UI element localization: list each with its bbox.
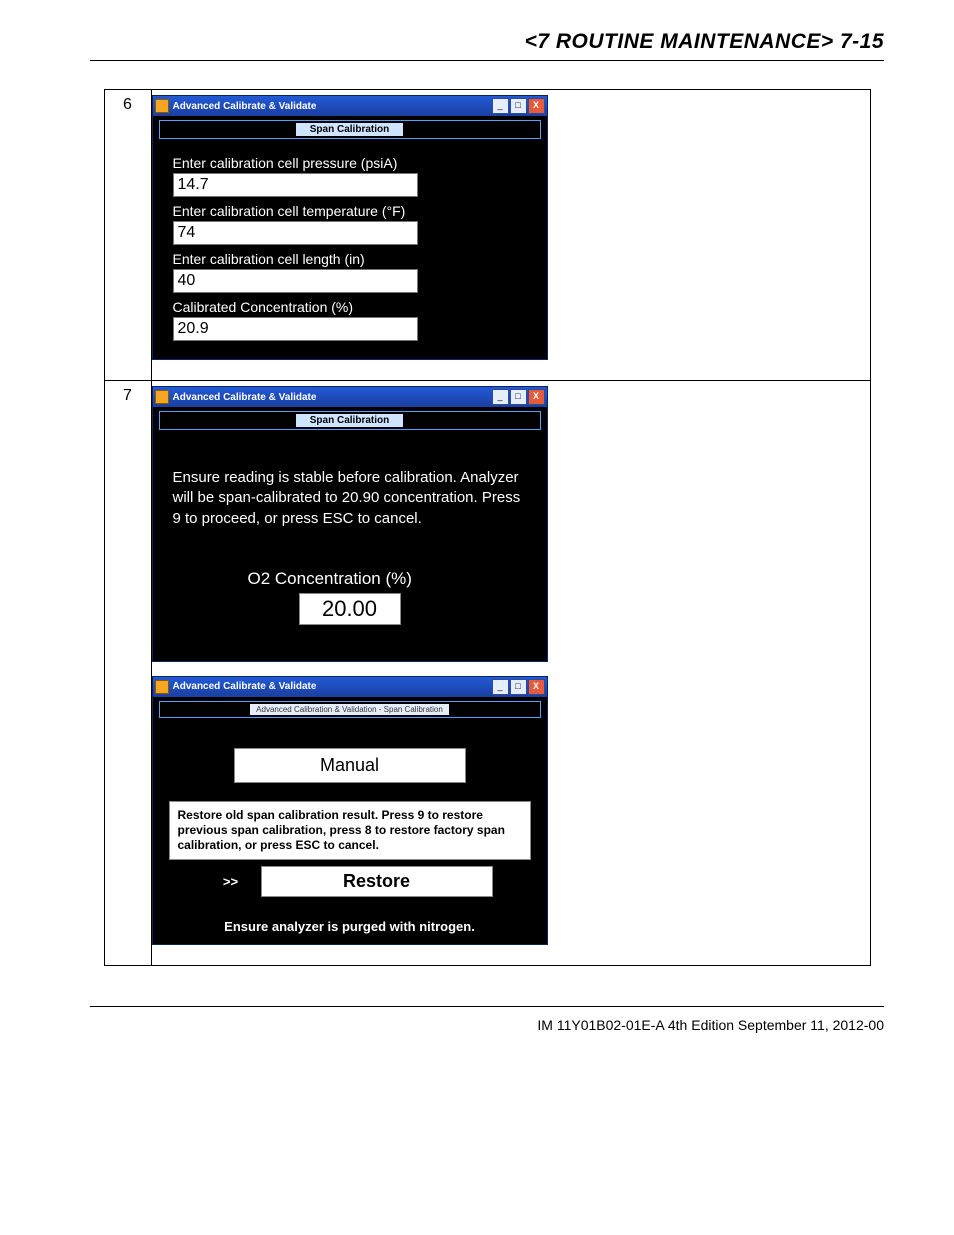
maximize-button[interactable]: □ bbox=[510, 679, 527, 695]
field-label: Enter calibration cell pressure (psiA) bbox=[173, 155, 527, 171]
window-subtitle: Advanced Calibration & Validation - Span… bbox=[159, 701, 541, 718]
window-titlebar: Advanced Calibrate & Validate _ □ X bbox=[153, 677, 547, 697]
minimize-button[interactable]: _ bbox=[492, 98, 509, 114]
window-subtitle: Span Calibration bbox=[159, 411, 541, 430]
concentration-input[interactable]: 20.9 bbox=[173, 317, 418, 341]
field-label: Calibrated Concentration (%) bbox=[173, 299, 527, 315]
app-icon bbox=[155, 680, 169, 694]
purge-message: Ensure analyzer is purged with nitrogen. bbox=[153, 919, 547, 934]
length-input[interactable]: 40 bbox=[173, 269, 418, 293]
app-icon bbox=[155, 390, 169, 404]
page-footer: IM 11Y01B02-01E-A 4th Edition September … bbox=[90, 1017, 884, 1033]
window-titlebar: Advanced Calibrate & Validate _ □ X bbox=[153, 96, 547, 116]
window-subtitle: Span Calibration bbox=[159, 120, 541, 139]
o2-label: O2 Concentration (%) bbox=[248, 569, 527, 589]
step-row: 7 Advanced Calibrate & Validate _ □ bbox=[105, 380, 870, 965]
window-title: Advanced Calibrate & Validate bbox=[173, 392, 317, 403]
window-title: Advanced Calibrate & Validate bbox=[173, 681, 317, 692]
minimize-button[interactable]: _ bbox=[492, 389, 509, 405]
hmi-window: Advanced Calibrate & Validate _ □ X Span… bbox=[152, 386, 548, 662]
o2-value: 20.00 bbox=[299, 593, 401, 625]
temperature-input[interactable]: 74 bbox=[173, 221, 418, 245]
steps-table: 6 Advanced Calibrate & Validate _ □ bbox=[104, 89, 871, 966]
window-title: Advanced Calibrate & Validate bbox=[173, 101, 317, 112]
step-row: 6 Advanced Calibrate & Validate _ □ bbox=[105, 90, 870, 380]
step-number: 6 bbox=[105, 90, 152, 380]
manual-button[interactable]: Manual bbox=[234, 748, 466, 783]
hmi-window: Advanced Calibrate & Validate _ □ X Span… bbox=[152, 95, 548, 360]
pressure-input[interactable]: 14.7 bbox=[173, 173, 418, 197]
close-button[interactable]: X bbox=[528, 389, 545, 405]
app-icon bbox=[155, 99, 169, 113]
instruction-text: Ensure reading is stable before calibrat… bbox=[173, 468, 527, 529]
step-number: 7 bbox=[105, 381, 152, 965]
close-button[interactable]: X bbox=[528, 98, 545, 114]
field-label: Enter calibration cell length (in) bbox=[173, 251, 527, 267]
maximize-button[interactable]: □ bbox=[510, 389, 527, 405]
restore-note: Restore old span calibration result. Pre… bbox=[169, 801, 531, 860]
field-label: Enter calibration cell temperature (°F) bbox=[173, 203, 527, 219]
restore-button[interactable]: Restore bbox=[261, 866, 493, 897]
arrow-icon: >> bbox=[207, 874, 255, 889]
maximize-button[interactable]: □ bbox=[510, 98, 527, 114]
minimize-button[interactable]: _ bbox=[492, 679, 509, 695]
close-button[interactable]: X bbox=[528, 679, 545, 695]
window-titlebar: Advanced Calibrate & Validate _ □ X bbox=[153, 387, 547, 407]
hmi-window: Advanced Calibrate & Validate _ □ X Adva… bbox=[152, 676, 548, 945]
page-header: <7 ROUTINE MAINTENANCE> 7-15 bbox=[90, 30, 884, 61]
